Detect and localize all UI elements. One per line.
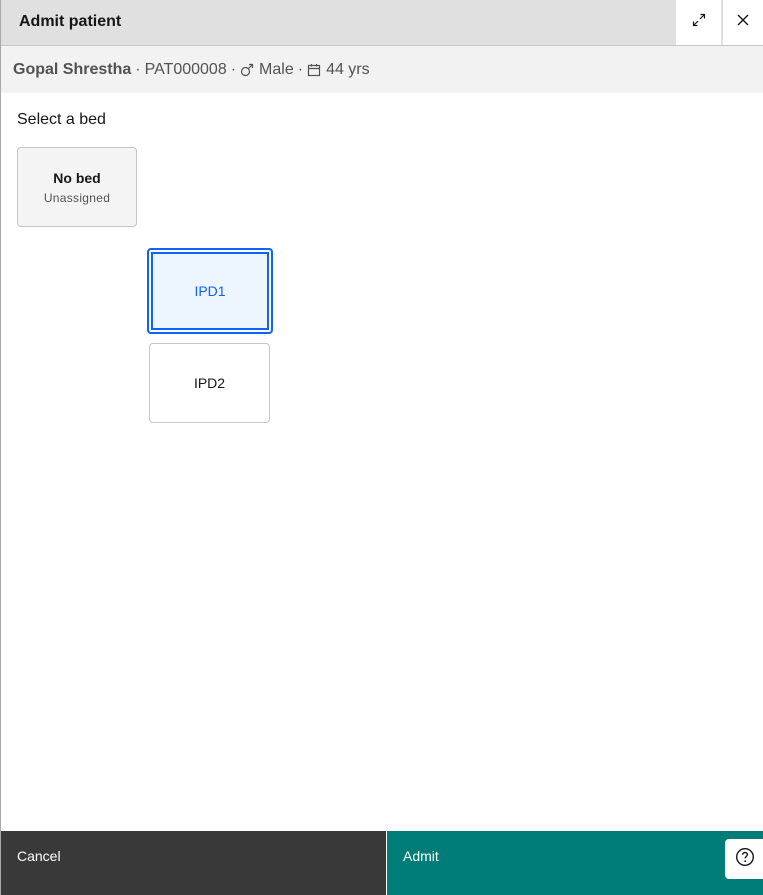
patient-name: Gopal Shrestha xyxy=(13,60,132,78)
separator: · xyxy=(135,60,141,78)
male-icon xyxy=(240,63,254,77)
bed-label: IPD2 xyxy=(193,375,226,391)
bed-label: IPD1 xyxy=(194,283,226,299)
no-bed-label: No bed xyxy=(53,169,101,186)
close-icon xyxy=(736,13,750,32)
select-bed-heading: Select a bed xyxy=(17,111,106,128)
workspace-title: Admit patient xyxy=(19,13,122,30)
admit-patient-workspace: Admit patient Gopal Shrestha · PAT000008… xyxy=(0,0,763,895)
bed-tile-ipd1[interactable]: IPD1 xyxy=(147,248,273,334)
cancel-button[interactable]: Cancel xyxy=(1,831,386,895)
patient-age: 44 yrs xyxy=(326,60,370,78)
patient-id: PAT000008 xyxy=(144,60,227,78)
separator: · xyxy=(230,60,237,78)
workspace-header: Admit patient xyxy=(1,0,763,46)
admit-button[interactable]: Admit xyxy=(387,831,763,895)
maximize-button[interactable] xyxy=(676,0,722,45)
separator: · xyxy=(297,60,304,78)
calendar-icon xyxy=(307,63,321,77)
help-icon xyxy=(735,847,755,872)
patient-banner: Gopal Shrestha · PAT000008 · Male · 44 y… xyxy=(1,46,763,93)
patient-gender: Male xyxy=(259,60,294,78)
no-bed-sublabel: Unassigned xyxy=(43,190,111,205)
no-bed-tile[interactable]: No bed Unassigned xyxy=(17,147,137,227)
help-button[interactable] xyxy=(725,839,763,879)
bed-tile-ipd2[interactable]: IPD2 xyxy=(149,343,270,423)
maximize-icon xyxy=(691,12,707,33)
close-button[interactable] xyxy=(723,0,763,45)
